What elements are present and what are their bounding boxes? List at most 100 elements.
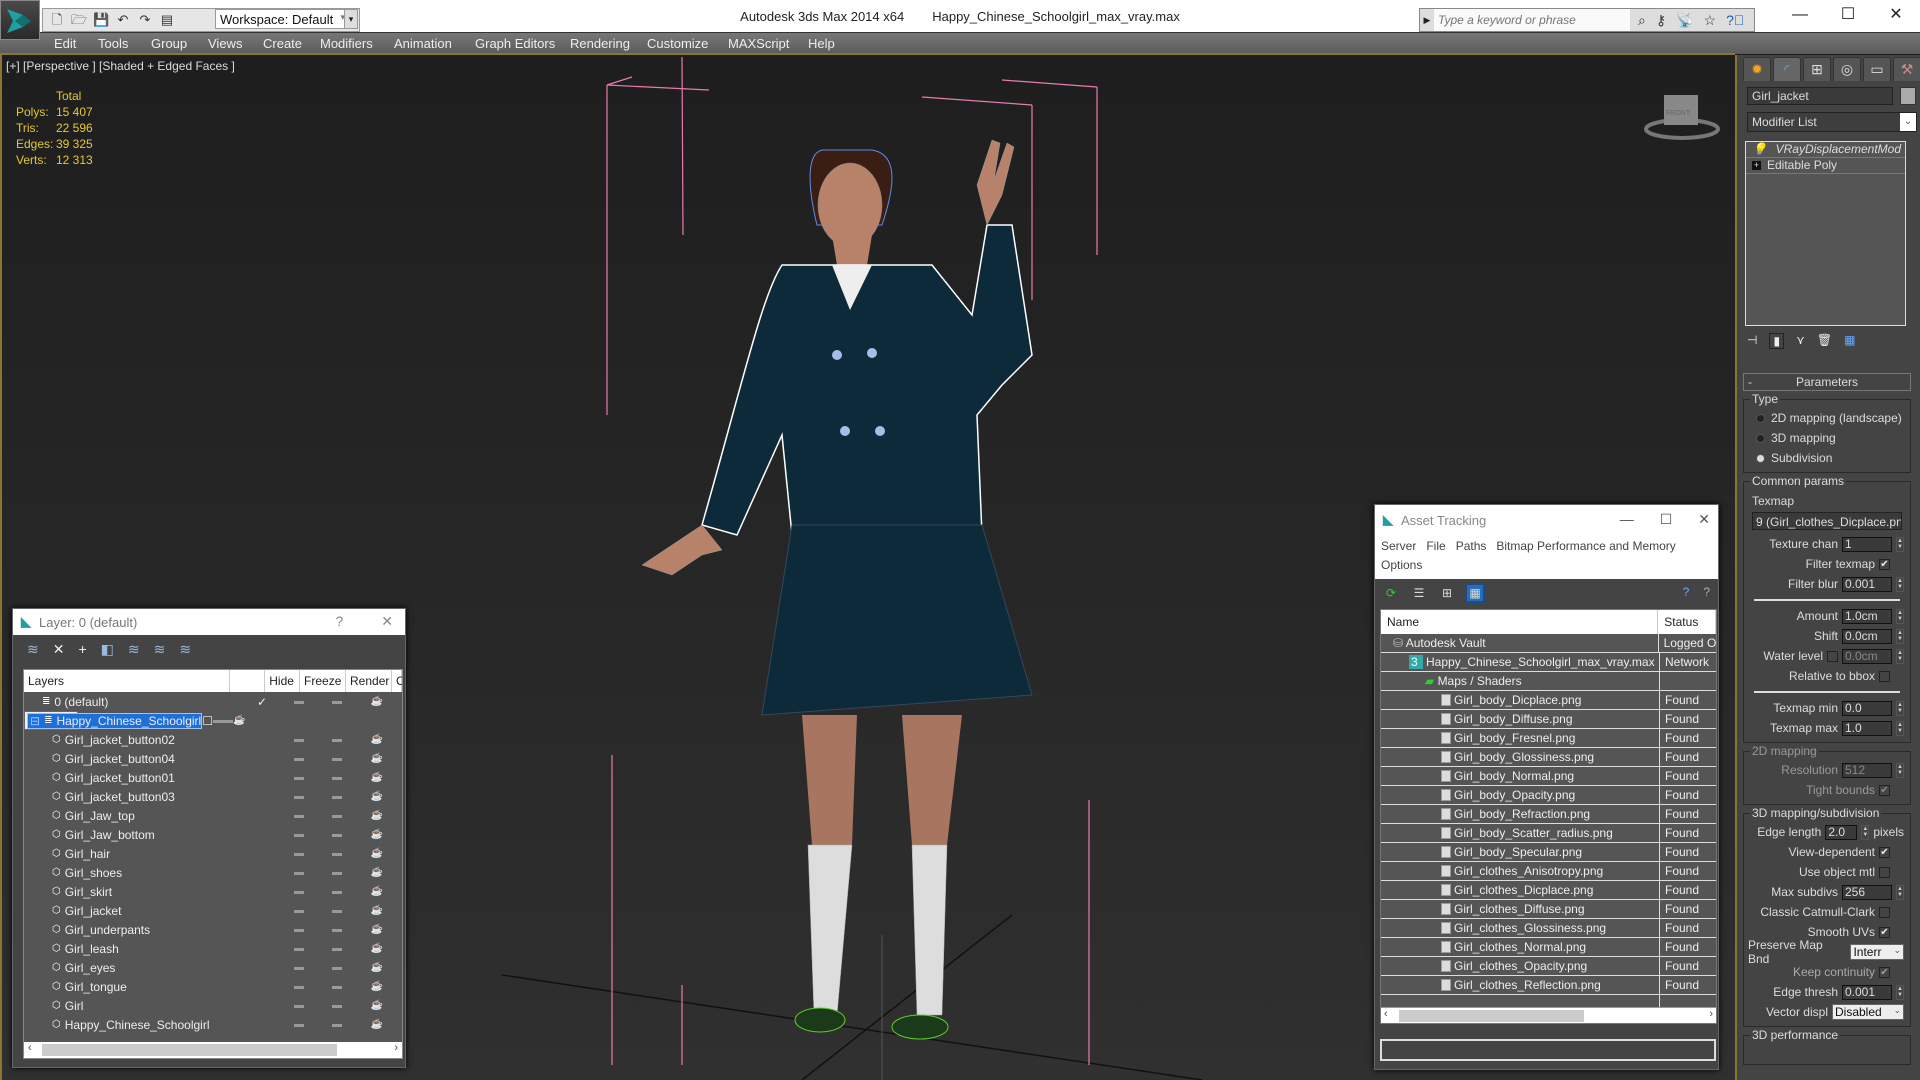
asset-path-field[interactable]: [1380, 1039, 1716, 1061]
spinner[interactable]: ▲ ▼: [1896, 608, 1904, 624]
expand-plus-icon[interactable]: +: [1752, 161, 1761, 170]
list-view-icon[interactable]: ☰: [1411, 585, 1427, 601]
layer-row[interactable]: ≣ 0 (default) ✓ ▬ ▬ ☕: [24, 692, 402, 711]
render-teapot-icon[interactable]: ☕: [356, 1019, 398, 1030]
undo-icon[interactable]: ↶: [115, 12, 131, 28]
save-icon[interactable]: 💾: [93, 12, 109, 28]
refresh-icon[interactable]: ⟳: [1383, 585, 1399, 601]
menu-server[interactable]: Server: [1381, 539, 1416, 553]
horizontal-scrollbar[interactable]: ‹ ›: [24, 1042, 402, 1058]
render-teapot-icon[interactable]: ☕: [356, 753, 398, 764]
render-teapot-icon[interactable]: ☕: [356, 848, 398, 859]
utilities-tab-icon[interactable]: ⚒: [1893, 57, 1920, 81]
hide-toggle[interactable]: ▬: [280, 943, 318, 954]
max-subdivs-input[interactable]: 256: [1842, 884, 1892, 900]
asset-row[interactable]: Girl_clothes_Normal.png Found: [1381, 938, 1716, 957]
minimize-button[interactable]: —: [1776, 0, 1824, 34]
help-icon[interactable]: ?⃝: [1726, 12, 1744, 29]
remove-modifier-icon[interactable]: 🗑: [1817, 333, 1832, 349]
close-button[interactable]: ✕: [1698, 511, 1710, 528]
column-layers[interactable]: Layers: [24, 670, 231, 692]
object-row[interactable]: ⬡ Girl_hair ▬ ▬ ☕: [24, 844, 402, 863]
render-teapot-icon[interactable]: ☕: [356, 810, 398, 821]
use-object-mtl-checkbox[interactable]: [1879, 866, 1890, 878]
current-layer-check-icon[interactable]: ✓: [244, 695, 280, 709]
hide-toggle[interactable]: ▬: [280, 1000, 318, 1011]
hide-all-icon[interactable]: ≋: [154, 641, 166, 658]
close-button[interactable]: ✕: [381, 613, 393, 630]
render-teapot-icon[interactable]: ☕: [356, 1000, 398, 1011]
keep-continuity-checkbox[interactable]: ✔: [1879, 966, 1890, 978]
menu-tools[interactable]: Tools: [98, 36, 128, 51]
object-row[interactable]: ⬡ Girl_jacket_button02 ▬ ▬ ☕: [24, 730, 402, 749]
asset-row[interactable]: Girl_clothes_Opacity.png Found: [1381, 957, 1716, 976]
hide-toggle[interactable]: ▬: [280, 696, 318, 707]
highlight-layer-icon[interactable]: ≋: [128, 641, 140, 658]
render-teapot-icon[interactable]: ☕: [233, 715, 245, 726]
freeze-toggle[interactable]: ▬: [318, 981, 356, 992]
new-file-icon[interactable]: 🗋: [49, 12, 65, 28]
make-unique-icon[interactable]: ⋎: [1796, 333, 1805, 349]
asset-row[interactable]: Girl_clothes_Dicplace.png Found: [1381, 881, 1716, 900]
asset-row[interactable]: 3 Happy_Chinese_Schoolgirl_max_vray.max N…: [1381, 653, 1716, 672]
object-row[interactable]: ⬡ Happy_Chinese_Schoolgirl ▬ ▬ ☕: [24, 1015, 402, 1034]
asset-row[interactable]: Girl_body_Opacity.png Found: [1381, 786, 1716, 805]
object-row[interactable]: ⬡ Girl_skirt ▬ ▬ ☕: [24, 882, 402, 901]
help-button[interactable]: ?: [335, 613, 343, 630]
spinner[interactable]: ▲ ▼: [1896, 700, 1904, 716]
pin-stack-icon[interactable]: ⊣: [1747, 333, 1757, 349]
minimize-button[interactable]: —: [1620, 511, 1634, 528]
freeze-toggle[interactable]: ▬: [318, 696, 356, 707]
column-render[interactable]: Render: [346, 670, 393, 692]
hierarchy-tab-icon[interactable]: ⊞: [1803, 57, 1831, 81]
asset-row[interactable]: Girl_clothes_Diffuse.png Found: [1381, 900, 1716, 919]
freeze-toggle[interactable]: ▬: [318, 848, 356, 859]
asset-row[interactable]: ⛁ Autodesk Vault Logged O: [1381, 634, 1716, 653]
hide-toggle[interactable]: ▬: [280, 829, 318, 840]
hide-toggle[interactable]: ▬: [280, 848, 318, 859]
spinner[interactable]: ▲ ▼: [1896, 720, 1904, 736]
menu-bitmap-performance[interactable]: Bitmap Performance and Memory: [1496, 539, 1675, 553]
configure-sets-icon[interactable]: ▦: [1844, 333, 1855, 349]
select-objects-icon[interactable]: ◧: [101, 641, 114, 658]
maximize-button[interactable]: ☐: [1824, 0, 1872, 34]
object-row[interactable]: ⬡ Girl_jacket_button01 ▬ ▬ ☕: [24, 768, 402, 787]
tree-view-icon[interactable]: ⊞: [1439, 585, 1455, 601]
edge-length-input[interactable]: 2.0: [1825, 824, 1858, 840]
menu-modifiers[interactable]: Modifiers: [320, 36, 373, 51]
object-row[interactable]: ⬡ Girl_leash ▬ ▬ ☕: [24, 939, 402, 958]
render-teapot-icon[interactable]: ☕: [356, 924, 398, 935]
freeze-toggle[interactable]: ▬: [318, 867, 356, 878]
freeze-toggle[interactable]: ▬: [318, 1000, 356, 1011]
stack-item-editable-poly[interactable]: + Editable Poly: [1746, 158, 1905, 174]
hide-toggle[interactable]: ▬: [280, 1019, 318, 1030]
render-teapot-icon[interactable]: ☕: [356, 829, 398, 840]
asset-row[interactable]: Girl_body_Fresnel.png Found: [1381, 729, 1716, 748]
render-teapot-icon[interactable]: ☕: [356, 867, 398, 878]
radio-3d-mapping[interactable]: 3D mapping: [1748, 428, 1906, 448]
hide-toggle[interactable]: ▬: [213, 715, 223, 726]
hide-toggle[interactable]: ▬: [280, 981, 318, 992]
viewcube[interactable]: FRONT: [1642, 91, 1722, 141]
edge-thresh-input[interactable]: 0.001: [1842, 984, 1892, 1000]
render-teapot-icon[interactable]: ☕: [356, 772, 398, 783]
parameters-rollout-header[interactable]: - Parameters: [1743, 373, 1911, 391]
object-row[interactable]: ⬡ Girl_jacket_button03 ▬ ▬ ☕: [24, 787, 402, 806]
menu-animation[interactable]: Animation: [394, 36, 452, 51]
object-row[interactable]: ⬡ Girl ▬ ▬ ☕: [24, 996, 402, 1015]
filter-blur-input[interactable]: 0.001: [1842, 576, 1892, 592]
menu-file[interactable]: File: [1426, 539, 1445, 553]
hide-toggle[interactable]: ▬: [280, 886, 318, 897]
relative-bbox-checkbox[interactable]: [1879, 670, 1890, 682]
asset-row[interactable]: Girl_body_Dicplace.png Found: [1381, 691, 1716, 710]
render-teapot-icon[interactable]: ☕: [356, 734, 398, 745]
star-icon[interactable]: ☆: [1704, 12, 1717, 29]
hide-toggle[interactable]: ▬: [280, 962, 318, 973]
classic-catmull-checkbox[interactable]: [1879, 906, 1890, 918]
qat-customize-button[interactable]: ▾: [344, 9, 358, 29]
render-teapot-icon[interactable]: ☕: [356, 905, 398, 916]
menu-help[interactable]: Help: [808, 36, 835, 51]
render-teapot-icon[interactable]: ☕: [356, 886, 398, 897]
spinner[interactable]: ▲ ▼: [1861, 824, 1870, 840]
close-button[interactable]: ✕: [1872, 0, 1920, 34]
